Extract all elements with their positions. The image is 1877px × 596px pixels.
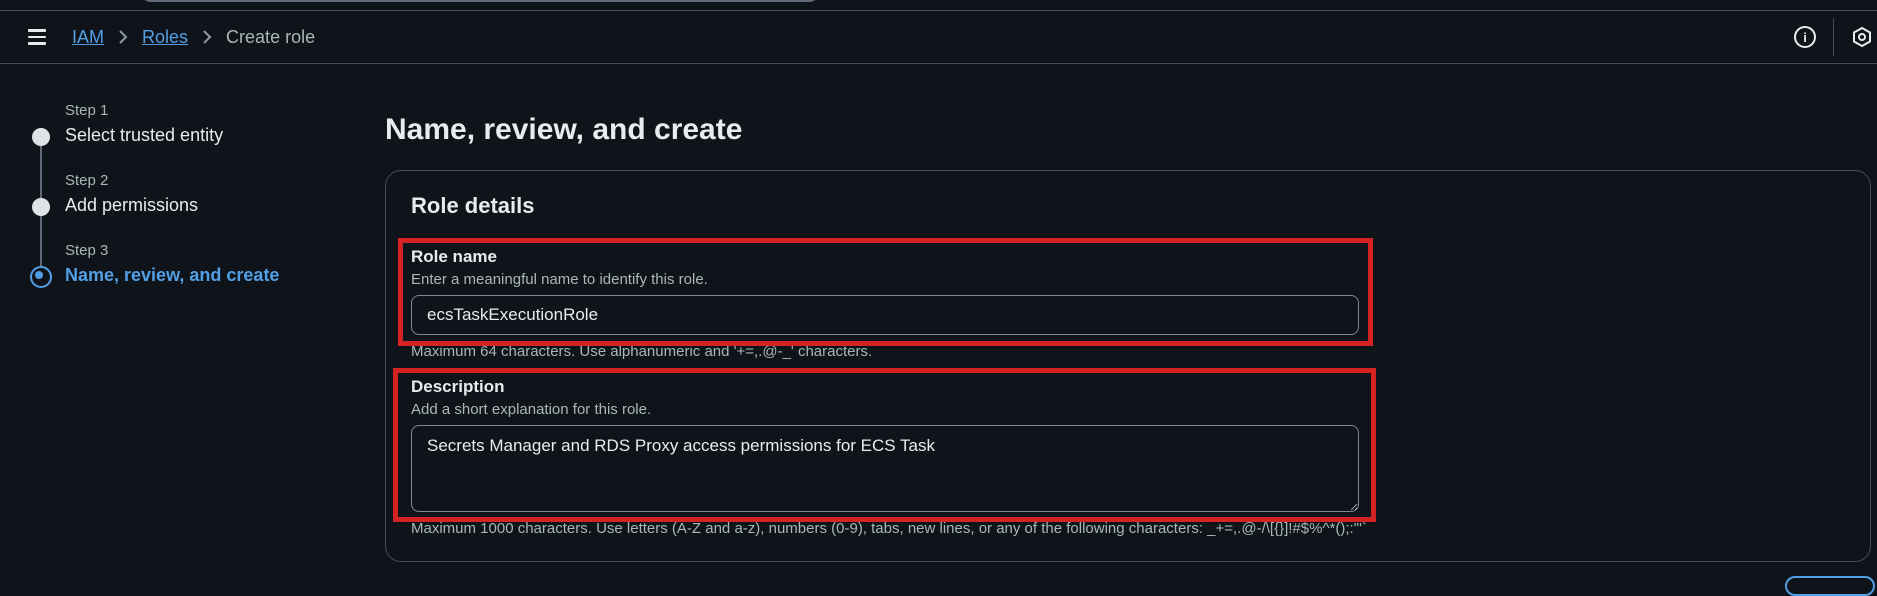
step-title: Add permissions (65, 195, 199, 215)
step-caption: Step 1 (65, 102, 109, 119)
panel-title: Role details (411, 193, 535, 218)
breadcrumb-roles-link[interactable]: Roles (142, 27, 188, 48)
step-caption: Step 3 (65, 242, 109, 259)
chevron-right-icon (118, 29, 128, 45)
page-title: Name, review, and create (385, 113, 743, 146)
step-title-active: Name, review, and create (65, 265, 280, 285)
top-navigation-strip (0, 0, 1877, 11)
role-name-description: Enter a meaningful name to identify this… (411, 271, 708, 288)
info-icon[interactable]: i (1794, 26, 1816, 48)
role-details-panel: Role details Role name Enter a meaningfu… (385, 170, 1871, 562)
step-caption: Step 2 (65, 172, 109, 189)
description-textarea[interactable] (411, 425, 1359, 512)
step-indicator-active (30, 266, 52, 288)
header-divider (1833, 18, 1834, 56)
role-name-input[interactable] (411, 295, 1359, 335)
step-indicator (32, 128, 50, 146)
next-button[interactable] (1785, 576, 1875, 596)
step-indicator (32, 198, 50, 216)
description-helper-text: Add a short explanation for this role. (411, 401, 652, 418)
step-title: Select trusted entity (65, 125, 224, 145)
breadcrumb-iam-link[interactable]: IAM (72, 27, 104, 48)
description-label: Description (411, 377, 505, 396)
chevron-right-icon (202, 29, 212, 45)
menu-icon[interactable] (28, 28, 48, 46)
breadcrumb-header: IAM Roles Create role i (0, 11, 1877, 64)
description-constraint: Maximum 1000 characters. Use letters (A-… (411, 520, 1367, 537)
breadcrumb-current: Create role (226, 26, 316, 47)
role-name-label: Role name (411, 247, 497, 266)
step-connector (40, 146, 42, 204)
global-search-input[interactable] (140, 0, 820, 2)
settings-icon[interactable] (1851, 26, 1873, 48)
breadcrumb: IAM Roles Create role (72, 25, 315, 49)
role-name-constraint: Maximum 64 characters. Use alphanumeric … (411, 343, 873, 360)
